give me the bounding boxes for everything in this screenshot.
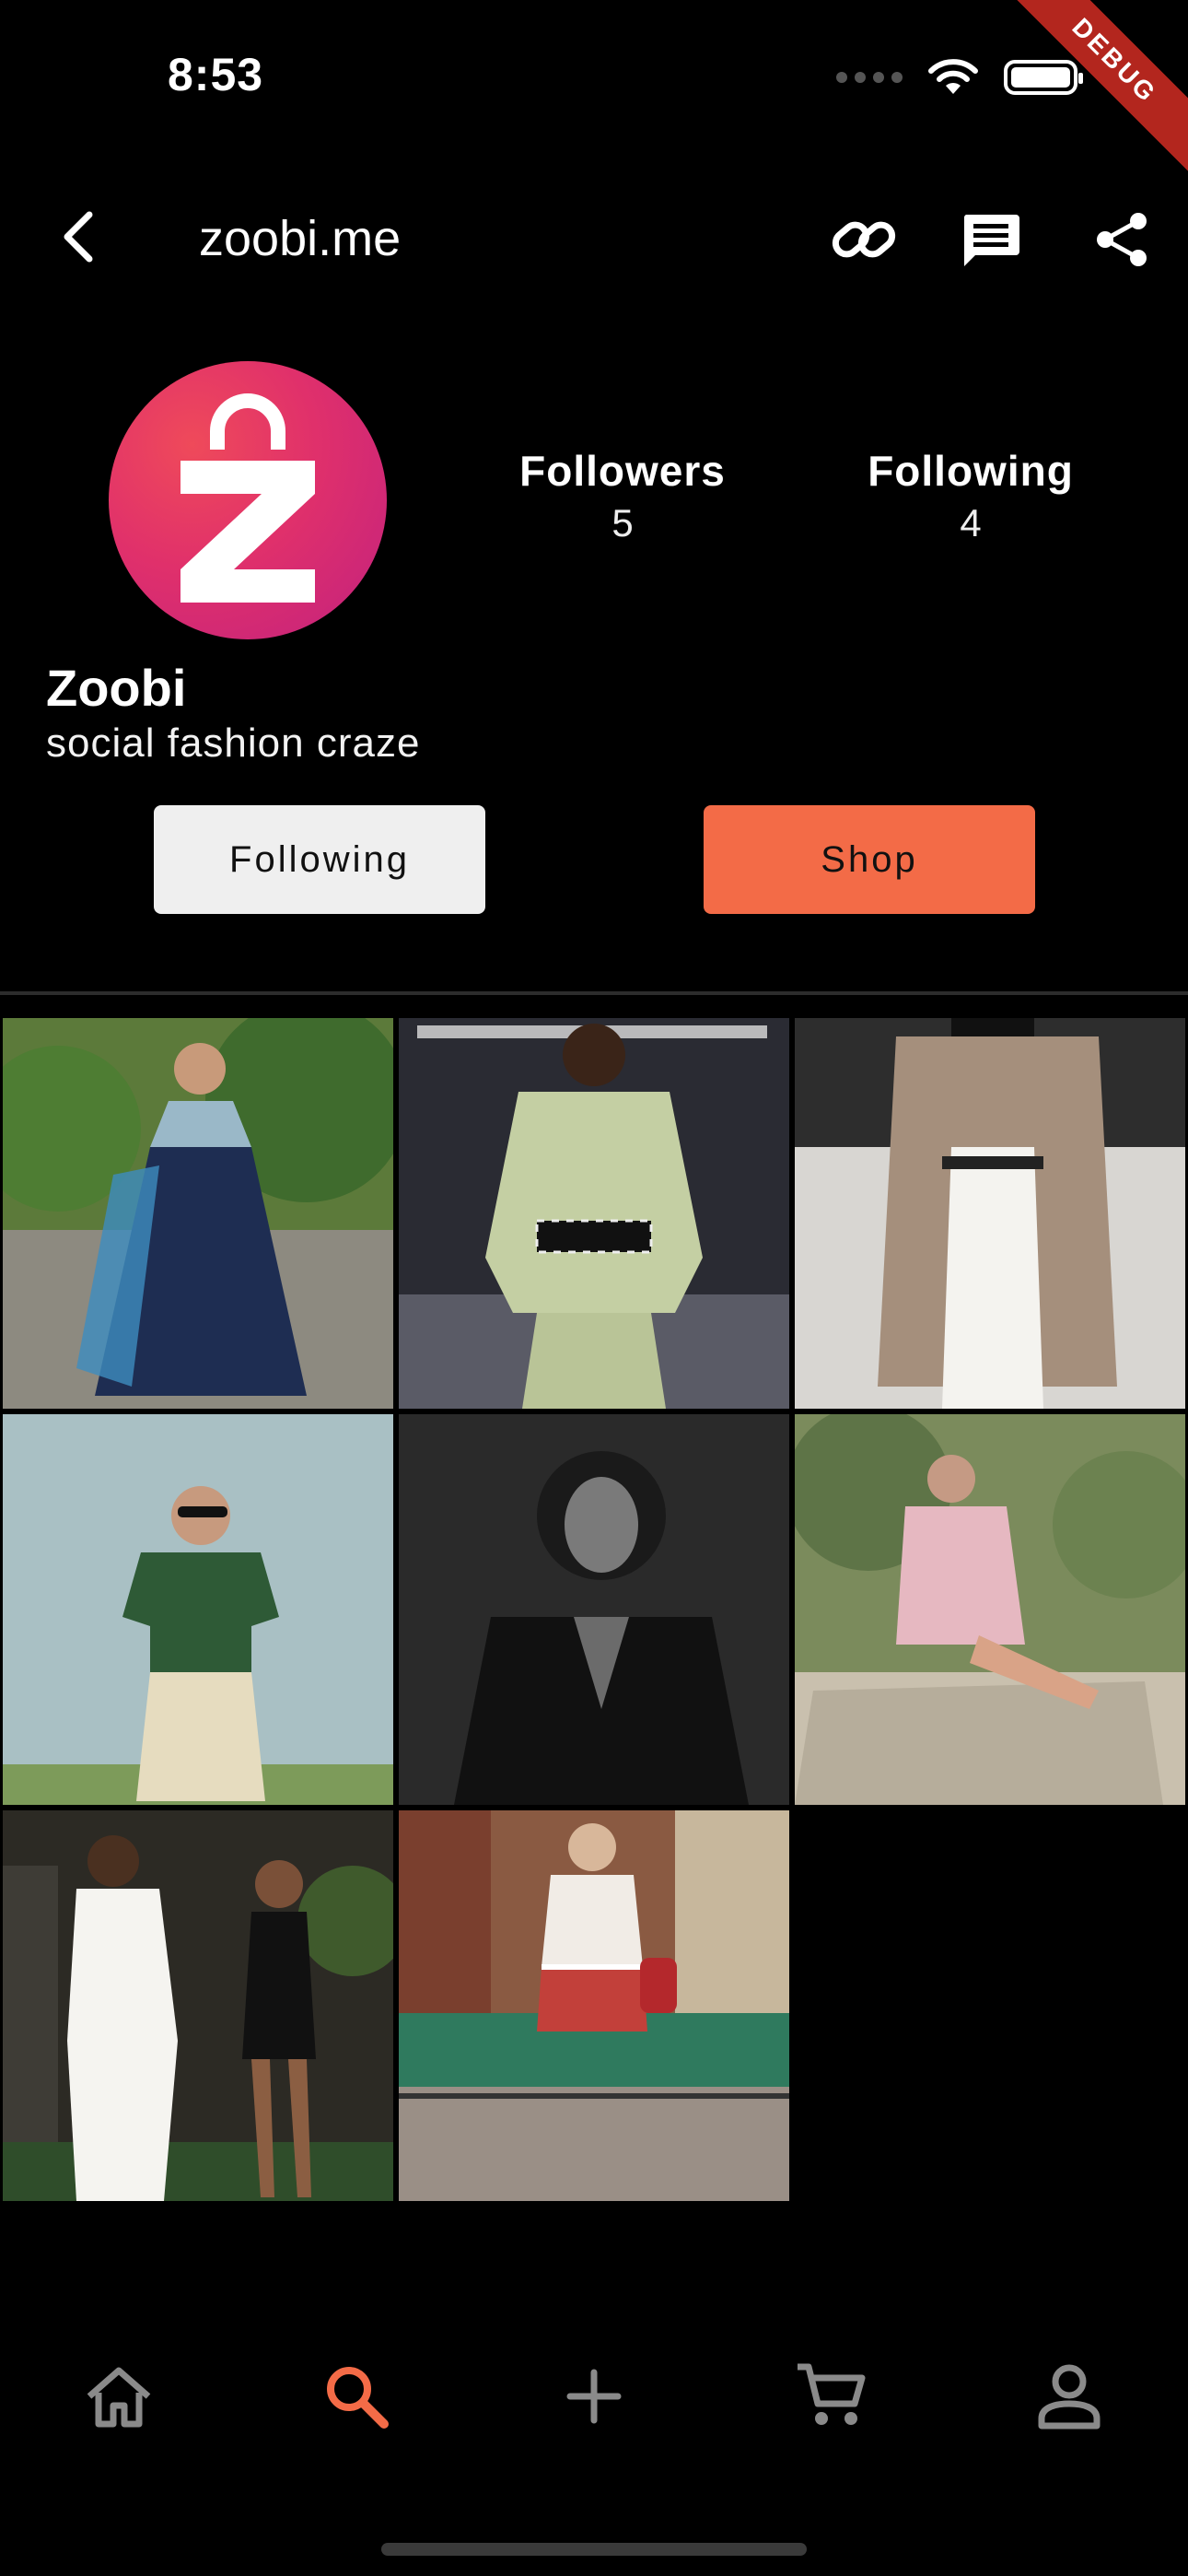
post-image bbox=[399, 1018, 789, 1409]
status-time: 8:53 bbox=[168, 49, 264, 100]
link-button[interactable] bbox=[825, 201, 903, 278]
following-button[interactable]: Following bbox=[154, 805, 485, 914]
battery-icon bbox=[1004, 60, 1083, 95]
nav-profile[interactable] bbox=[1028, 2355, 1111, 2438]
wifi-icon bbox=[928, 59, 978, 94]
add-icon bbox=[566, 2369, 622, 2424]
cellular-signal-icon bbox=[836, 72, 903, 83]
post-image bbox=[399, 1810, 789, 2201]
back-button[interactable] bbox=[46, 205, 111, 269]
status-icons bbox=[836, 57, 1083, 98]
nav-add[interactable] bbox=[553, 2355, 635, 2438]
home-icon bbox=[87, 2367, 151, 2428]
nav-home[interactable] bbox=[77, 2355, 160, 2438]
post-thumbnail[interactable] bbox=[3, 1414, 393, 1805]
following-count: 4 bbox=[960, 501, 982, 544]
post-thumbnail[interactable] bbox=[399, 1414, 789, 1805]
post-thumbnail[interactable] bbox=[795, 1018, 1185, 1409]
nav-search[interactable] bbox=[315, 2355, 398, 2438]
divider bbox=[0, 991, 1188, 995]
page-title: zoobi.me bbox=[199, 211, 402, 266]
following-stat[interactable]: Following 4 bbox=[819, 446, 1123, 545]
message-button[interactable] bbox=[952, 201, 1030, 278]
followers-label: Followers bbox=[519, 447, 726, 495]
profile-bio: social fashion craze bbox=[46, 720, 421, 766]
profile-name: Zoobi bbox=[46, 659, 187, 717]
zoobi-logo-icon bbox=[181, 393, 315, 603]
post-thumbnail[interactable] bbox=[3, 1810, 393, 2201]
post-image bbox=[3, 1018, 393, 1409]
profile-icon bbox=[1038, 2364, 1101, 2430]
nav-cart[interactable] bbox=[789, 2355, 872, 2438]
post-image bbox=[795, 1414, 1185, 1805]
post-image bbox=[795, 1018, 1185, 1409]
message-icon bbox=[963, 215, 1019, 266]
post-image bbox=[399, 1414, 789, 1805]
shop-button[interactable]: Shop bbox=[704, 805, 1035, 914]
search-icon bbox=[327, 2367, 389, 2429]
post-thumbnail[interactable] bbox=[399, 1810, 789, 2201]
post-image bbox=[3, 1414, 393, 1805]
post-thumbnail[interactable] bbox=[399, 1018, 789, 1409]
followers-stat[interactable]: Followers 5 bbox=[471, 446, 775, 545]
avatar[interactable] bbox=[109, 361, 387, 639]
share-button[interactable] bbox=[1083, 201, 1160, 278]
followers-count: 5 bbox=[611, 501, 634, 544]
post-thumbnail[interactable] bbox=[3, 1018, 393, 1409]
cart-icon bbox=[798, 2363, 866, 2425]
chevron-left-icon bbox=[64, 211, 93, 263]
post-image bbox=[3, 1810, 393, 2201]
home-indicator[interactable] bbox=[381, 2543, 807, 2556]
link-icon bbox=[832, 221, 896, 258]
share-icon bbox=[1097, 213, 1147, 266]
post-thumbnail[interactable] bbox=[795, 1414, 1185, 1805]
following-label: Following bbox=[868, 447, 1074, 495]
